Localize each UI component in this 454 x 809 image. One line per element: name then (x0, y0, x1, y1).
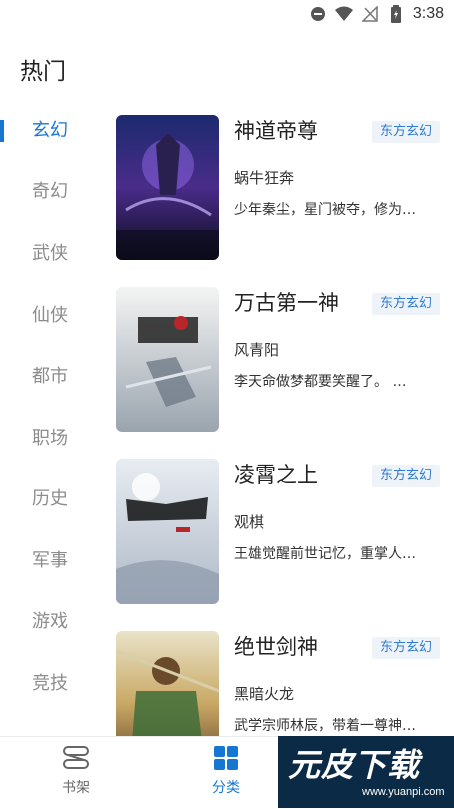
category-dushi[interactable]: 都市 (0, 357, 100, 397)
category-zhichang[interactable]: 职场 (0, 419, 100, 459)
category-jingji[interactable]: 竞技 (0, 664, 100, 704)
nav-category-label: 分类 (212, 780, 240, 796)
watermark-text: 元皮下载 (288, 746, 421, 784)
category-xuanhuan[interactable]: 玄幻 (0, 111, 100, 151)
category-junshi[interactable]: 军事 (0, 541, 100, 581)
status-time: 3:38 (412, 5, 444, 22)
book-author: 风青阳 (234, 341, 280, 359)
book-title: 绝世剑神 (234, 635, 318, 659)
book-author: 观棋 (234, 513, 265, 531)
watermark-logo: 元皮下载 www.yuanpi.com (278, 736, 454, 808)
category-youxi[interactable]: 游戏 (0, 602, 100, 642)
battery-charging-icon (387, 5, 405, 23)
category-grid-icon (213, 745, 239, 775)
no-signal-icon (361, 5, 379, 23)
book-description: 少年秦尘，星门被夺，修为… (234, 202, 416, 218)
genre-tag: 东方玄幻 (371, 637, 440, 659)
book-cover[interactable] (116, 287, 219, 432)
book-title: 神道帝尊 (234, 119, 318, 143)
nav-category[interactable]: 分类 (186, 745, 266, 797)
book-cover[interactable] (116, 459, 219, 604)
page-title: 热门 (20, 59, 66, 85)
book-title: 凌霄之上 (234, 463, 318, 487)
category-wuxia[interactable]: 武侠 (0, 234, 100, 274)
book-title: 万古第一神 (234, 291, 339, 315)
book-description: 李天命做梦都要笑醒了。 … (234, 374, 407, 390)
do-not-disturb-icon (309, 5, 327, 23)
genre-tag: 东方玄幻 (371, 121, 440, 143)
status-bar: 3:38 (0, 0, 454, 32)
category-sidebar: 玄幻 奇幻 武侠 仙侠 都市 职场 历史 军事 游戏 竞技 (0, 100, 100, 736)
book-item[interactable]: 凌霄之上 东方玄幻 观棋 王雄觉醒前世记忆，重掌人… (116, 459, 446, 604)
bookshelf-icon (61, 745, 91, 775)
category-qihuan[interactable]: 奇幻 (0, 172, 100, 212)
category-xianxia[interactable]: 仙侠 (0, 296, 100, 336)
genre-tag: 东方玄幻 (371, 293, 440, 315)
genre-tag: 东方玄幻 (371, 465, 440, 487)
book-item[interactable]: 神道帝尊 东方玄幻 蜗牛狂奔 少年秦尘，星门被夺，修为… (116, 115, 446, 260)
nav-bookshelf-label: 书架 (62, 780, 90, 796)
category-lishi[interactable]: 历史 (0, 479, 100, 519)
book-cover[interactable] (116, 115, 219, 260)
book-item[interactable]: 万古第一神 东方玄幻 风青阳 李天命做梦都要笑醒了。 … (116, 287, 446, 432)
book-author: 蜗牛狂奔 (234, 169, 295, 187)
watermark-url: www.yuanpi.com (362, 786, 445, 798)
wifi-icon (334, 5, 353, 23)
book-author: 黑暗火龙 (234, 685, 295, 703)
book-description: 武学宗师林辰，带着一尊神… (234, 718, 416, 734)
book-description: 王雄觉醒前世记忆，重掌人… (234, 546, 416, 562)
nav-bookshelf[interactable]: 书架 (36, 745, 116, 797)
